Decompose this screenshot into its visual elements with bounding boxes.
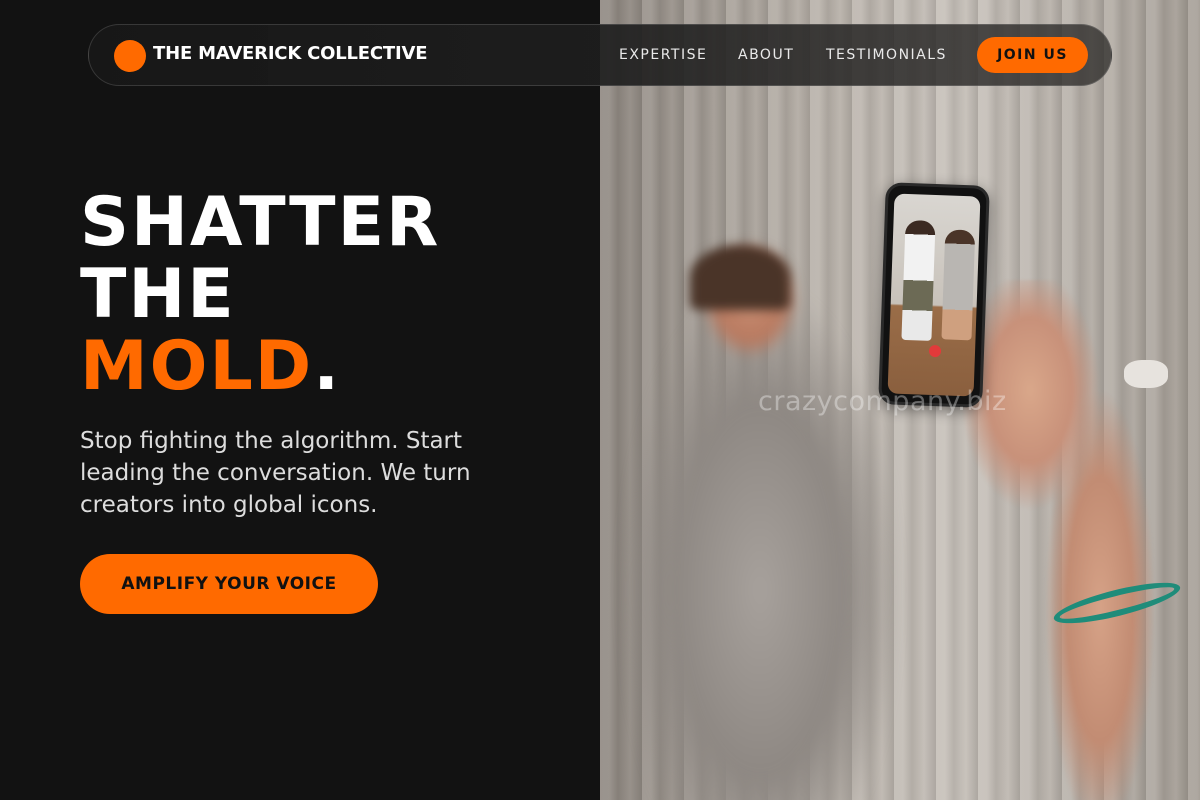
watermark: crazycompany.biz xyxy=(758,386,1007,417)
phone-screen xyxy=(887,193,981,397)
headline-line-2: THE xyxy=(80,255,236,334)
brand-logo-icon[interactable] xyxy=(114,40,146,72)
blurred-person xyxy=(610,230,910,800)
headline-accent-word: MOLD xyxy=(80,327,314,406)
brand-name[interactable]: THE MAVERICK COLLECTIVE xyxy=(153,43,427,64)
ring xyxy=(1124,360,1168,388)
phone-screen-dancer-b xyxy=(941,229,976,341)
top-navbar: THE MAVERICK COLLECTIVE EXPERTISE ABOUT … xyxy=(88,24,1112,86)
join-us-button[interactable]: JOIN US xyxy=(977,37,1088,73)
blurred-person-hair xyxy=(690,245,790,310)
hero-headline: SHATTER THE MOLD. xyxy=(80,187,440,403)
amplify-your-voice-button[interactable]: AMPLIFY YOUR VOICE xyxy=(80,554,378,614)
headline-line-1: SHATTER xyxy=(80,183,441,262)
headline-period: . xyxy=(313,327,342,406)
hero-subtitle: Stop fighting the algorithm. Start leadi… xyxy=(80,428,471,518)
phone-screen-dancer-a xyxy=(901,219,936,341)
record-icon xyxy=(928,344,942,358)
nav-link-testimonials[interactable]: TESTIMONIALS xyxy=(826,47,947,63)
smartphone xyxy=(878,182,990,408)
nav-link-expertise[interactable]: EXPERTISE xyxy=(619,47,707,63)
headline-line-3: MOLD. xyxy=(80,331,440,403)
nav-link-about[interactable]: ABOUT xyxy=(738,47,794,63)
